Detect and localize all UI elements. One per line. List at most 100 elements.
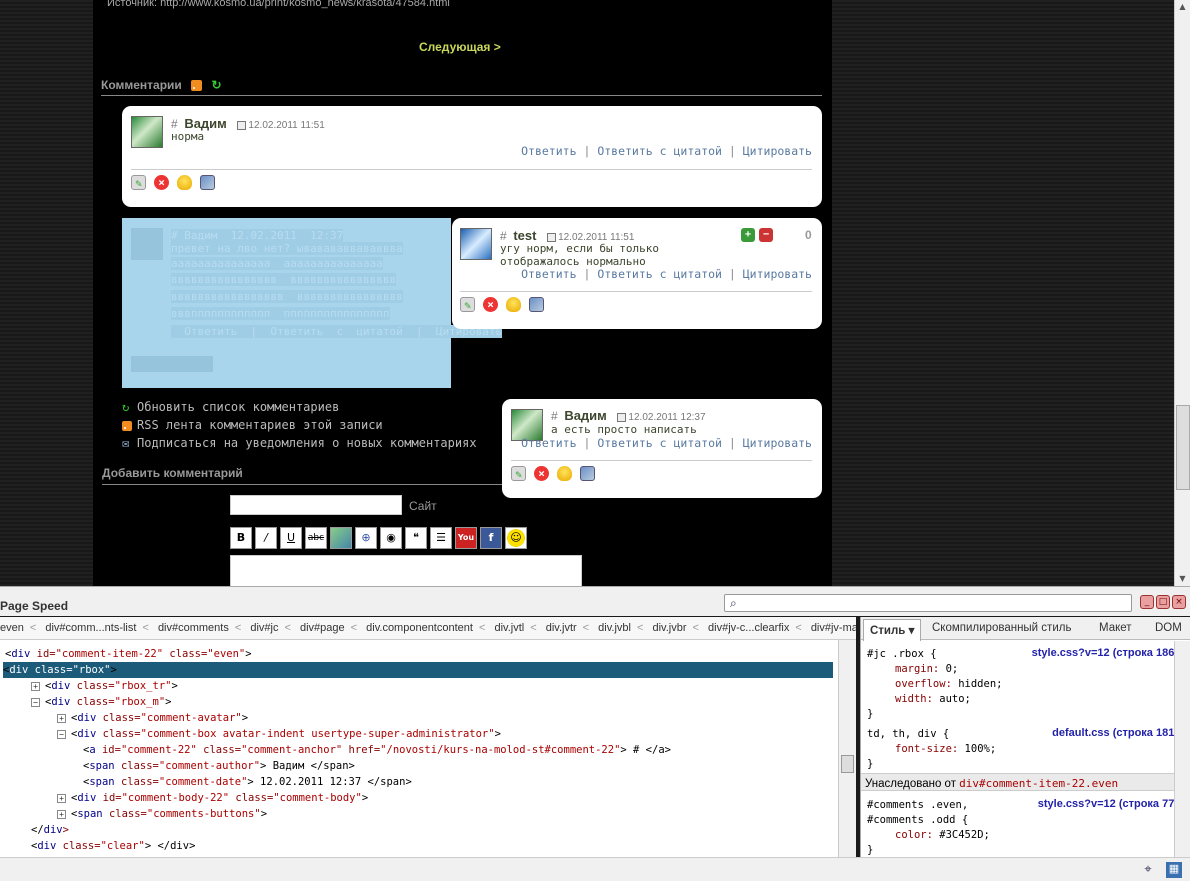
list-icon[interactable]: ☰	[430, 527, 452, 549]
ip-icon[interactable]	[529, 297, 544, 312]
vote-up-icon[interactable]: +	[741, 228, 755, 242]
dom-node[interactable]: + <div class="comment-avatar">	[5, 710, 248, 726]
breadcrumb-item[interactable]: div#jv-c...clearfix	[702, 617, 795, 634]
breadcrumb-item[interactable]: div#comments	[152, 617, 235, 634]
dom-node[interactable]: <div class="clear"> </div>	[5, 838, 195, 854]
comment-textarea[interactable]	[230, 555, 582, 586]
subscribe-link[interactable]: ✉ Подписаться на уведомления о новых комм…	[122, 436, 477, 450]
reply-quote-link[interactable]: Ответить с цитатой	[597, 144, 722, 158]
quote-link[interactable]: Цитировать	[743, 267, 812, 281]
edit-icon[interactable]: ✎	[460, 297, 475, 312]
facebook-icon[interactable]: f	[480, 527, 502, 549]
quote-link[interactable]: Цитировать	[743, 144, 812, 158]
tab-computed[interactable]: Скомпилированный стиль	[932, 622, 1071, 634]
scroll-thumb[interactable]	[841, 755, 854, 773]
minimize-icon[interactable]: _	[1140, 595, 1154, 609]
rss-icon[interactable]	[191, 80, 203, 92]
next-link[interactable]: Следующая >	[419, 40, 501, 54]
name-input[interactable]	[230, 495, 402, 515]
expand-icon[interactable]: +	[57, 793, 66, 803]
reply-link[interactable]: Ответить	[521, 144, 576, 158]
page-scrollbar[interactable]: ▲ ▼	[1174, 0, 1190, 586]
dom-node[interactable]: − <div class="comment-box avatar-indent u…	[5, 726, 501, 742]
delete-icon[interactable]: ×	[154, 175, 169, 190]
dom-node[interactable]: <span class="comment-author"> Вадим </sp…	[5, 758, 355, 774]
rule-source-link[interactable]: style.css?v=12 (строка 77)	[1038, 798, 1178, 810]
publish-icon[interactable]	[506, 297, 521, 312]
style-panel-scrollbar[interactable]	[1174, 641, 1190, 857]
collapse-icon[interactable]: −	[31, 697, 40, 707]
dom-tree-scrollbar[interactable]	[838, 640, 856, 857]
reply-link[interactable]: Ответить	[521, 436, 576, 450]
expand-icon[interactable]: +	[57, 809, 66, 819]
strike-button[interactable]: abc	[305, 527, 327, 549]
dom-node[interactable]: </div>	[5, 822, 69, 838]
devtools-search-input[interactable]: ⌕	[724, 594, 1132, 612]
dom-node[interactable]: <span class="comment-date"> 12.02.2011 1…	[5, 774, 412, 790]
dom-node-selected[interactable]: <div class="rbox">	[3, 662, 833, 678]
edit-icon[interactable]: ✎	[131, 175, 146, 190]
inspect-icon[interactable]: ⌖	[1140, 862, 1156, 878]
scroll-thumb[interactable]	[1176, 405, 1190, 490]
delete-icon[interactable]: ×	[483, 297, 498, 312]
reply-quote-link[interactable]: Ответить с цитатой	[597, 436, 722, 450]
rule-source-link[interactable]: style.css?v=12 (строка 186)	[1032, 647, 1178, 659]
reply-quote-link[interactable]: Ответить с цитатой	[597, 267, 722, 281]
close-icon[interactable]: ×	[1172, 595, 1186, 609]
smile-icon[interactable]: ☺	[505, 527, 527, 549]
ip-icon[interactable]	[200, 175, 215, 190]
bold-button[interactable]: B	[230, 527, 252, 549]
dom-node[interactable]: <div id="comment-item-22" class="even">	[5, 646, 252, 662]
breadcrumb-item[interactable]: div.componentcontent	[360, 617, 479, 634]
comment-anchor[interactable]: #	[500, 229, 507, 243]
tab-style[interactable]: Стиль ▾	[863, 619, 922, 641]
devtools-title[interactable]: Page Speed	[0, 599, 68, 613]
publish-icon[interactable]	[177, 175, 192, 190]
dom-node[interactable]: + <div class="rbox_tr">	[5, 678, 178, 694]
restore-icon[interactable]: □	[1156, 595, 1170, 609]
tab-layout[interactable]: Макет	[1099, 622, 1132, 634]
youtube-icon[interactable]: You	[455, 527, 477, 549]
tab-dom[interactable]: DOM	[1155, 622, 1182, 634]
comment-anchor[interactable]: #	[551, 409, 558, 423]
rss-comments-link[interactable]: RSS лента комментариев этой записи	[122, 418, 383, 432]
scroll-down-icon[interactable]: ▼	[1175, 574, 1190, 583]
css-property[interactable]: margin: 0;	[895, 662, 958, 677]
dom-node[interactable]: + <span class="comments-buttons">	[5, 806, 267, 822]
reply-link[interactable]: Ответить	[521, 267, 576, 281]
dom-node[interactable]: <a id="comment-22" class="comment-anchor…	[5, 742, 671, 758]
breadcrumb-item[interactable]: div.jvbr	[646, 617, 692, 634]
css-property[interactable]: overflow: hidden;	[895, 677, 1002, 692]
underline-button[interactable]: U	[280, 527, 302, 549]
vote-down-icon[interactable]: −	[759, 228, 773, 242]
scroll-up-icon[interactable]: ▲	[1175, 2, 1190, 11]
breadcrumb-item[interactable]: div.jvtr	[540, 617, 583, 634]
dom-node[interactable]: + <div id="comment-body-22" class="commen…	[5, 790, 368, 806]
comment-anchor[interactable]: #	[171, 117, 178, 131]
breadcrumb-item[interactable]: div#jc	[244, 617, 284, 634]
breadcrumb-item[interactable]: even	[0, 617, 30, 634]
breadcrumb-item[interactable]: div.jvbl	[592, 617, 637, 634]
expand-icon[interactable]: +	[31, 681, 40, 691]
breadcrumb-item[interactable]: div#page	[294, 617, 351, 634]
breadcrumb-item[interactable]: div#jv-maincontent	[805, 617, 856, 634]
css-property[interactable]: color: #3C452D;	[895, 828, 990, 843]
ip-icon[interactable]	[580, 466, 595, 481]
inherited-link[interactable]: div#comment-item-22.even	[959, 777, 1118, 790]
refresh-icon[interactable]: ↻	[212, 78, 222, 92]
link-icon[interactable]: ⊕	[355, 527, 377, 549]
image-icon[interactable]	[330, 527, 352, 549]
breadcrumb-item[interactable]: div#comm...nts-list	[39, 617, 142, 634]
eye-icon[interactable]: ◉	[380, 527, 402, 549]
layout-icon[interactable]: ▦	[1166, 862, 1182, 878]
css-property[interactable]: width: auto;	[895, 692, 971, 707]
css-property[interactable]: font-size: 100%;	[895, 742, 996, 757]
collapse-icon[interactable]: −	[57, 729, 66, 739]
dom-node[interactable]: − <div class="rbox_m">	[5, 694, 171, 710]
breadcrumb-item[interactable]: div.jvtl	[488, 617, 530, 634]
publish-icon[interactable]	[557, 466, 572, 481]
expand-icon[interactable]: +	[57, 713, 66, 723]
italic-button[interactable]: /	[255, 527, 277, 549]
rule-source-link[interactable]: default.css (строка 181)	[1052, 727, 1178, 739]
delete-icon[interactable]: ×	[534, 466, 549, 481]
